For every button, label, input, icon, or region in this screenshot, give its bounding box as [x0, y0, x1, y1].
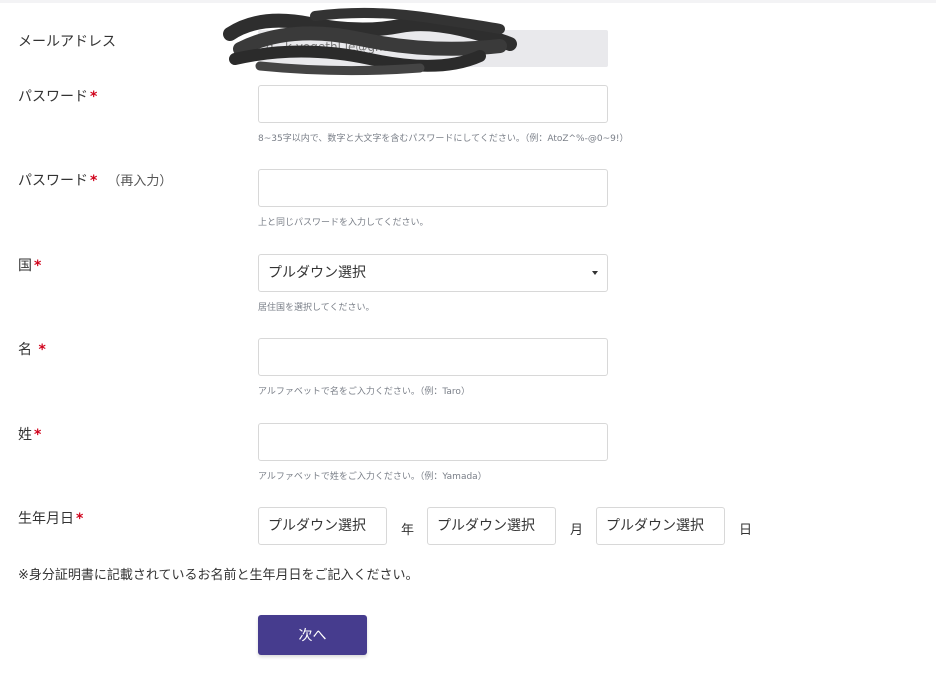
year-unit: 年	[401, 523, 415, 538]
reenter-sublabel: （再入力）	[107, 174, 173, 189]
birth-day-select[interactable]: プルダウン選択	[596, 507, 725, 545]
required-mark: *	[90, 173, 98, 189]
birth-month-selected-value: プルダウン選択	[437, 518, 535, 534]
birth-month-select[interactable]: プルダウン選択	[427, 507, 556, 545]
first-name-label: 名 *	[18, 342, 46, 358]
email-label: メールアドレス	[18, 34, 116, 50]
birth-year-select[interactable]: プルダウン選択	[258, 507, 387, 545]
last-name-help: アルファベットで姓をご入力ください。（例：Yamada）	[258, 472, 487, 482]
day-unit: 日	[739, 523, 753, 538]
password-help: 8~35字以内で、数字と大文字を含むパスワードにしてください。（例：AtoZ^%…	[258, 134, 629, 144]
required-mark: *	[34, 258, 42, 274]
first-name-input[interactable]	[259, 339, 607, 375]
required-mark: *	[76, 511, 84, 527]
month-unit: 月	[570, 523, 584, 538]
caret-down-icon	[592, 271, 598, 275]
country-select[interactable]: プルダウン選択	[258, 254, 608, 292]
password-confirm-label: パスワード * （再入力）	[18, 173, 173, 189]
redaction-scribble	[223, 7, 517, 76]
first-name-help: アルファベットで名をご入力ください。（例：Taro）	[258, 387, 470, 397]
password-confirm-input[interactable]	[259, 170, 607, 206]
country-selected-value: プルダウン選択	[268, 265, 366, 281]
password-confirm-field[interactable]	[258, 169, 608, 207]
top-divider	[0, 0, 936, 3]
birth-year-selected-value: プルダウン選択	[268, 518, 366, 534]
required-mark: *	[38, 342, 46, 358]
country-label: 国 *	[18, 258, 42, 274]
password-field[interactable]	[258, 85, 608, 123]
last-name-label: 姓 *	[18, 427, 42, 443]
id-document-note: ※身分証明書に記載されているお名前と生年月日をご記入ください。	[18, 568, 419, 583]
password-input[interactable]	[259, 86, 607, 122]
last-name-input[interactable]	[259, 424, 607, 460]
required-mark: *	[90, 89, 98, 105]
last-name-field[interactable]	[258, 423, 608, 461]
password-confirm-help: 上と同じパスワードを入力してください。	[258, 218, 429, 228]
next-button[interactable]: 次へ	[258, 615, 367, 655]
password-label: パスワード *	[18, 89, 98, 105]
first-name-field[interactable]	[258, 338, 608, 376]
country-help: 居住国を選択してください。	[258, 303, 375, 313]
birth-day-selected-value: プルダウン選択	[606, 518, 704, 534]
required-mark: *	[34, 427, 42, 443]
birthdate-label: 生年月日 *	[18, 511, 84, 527]
